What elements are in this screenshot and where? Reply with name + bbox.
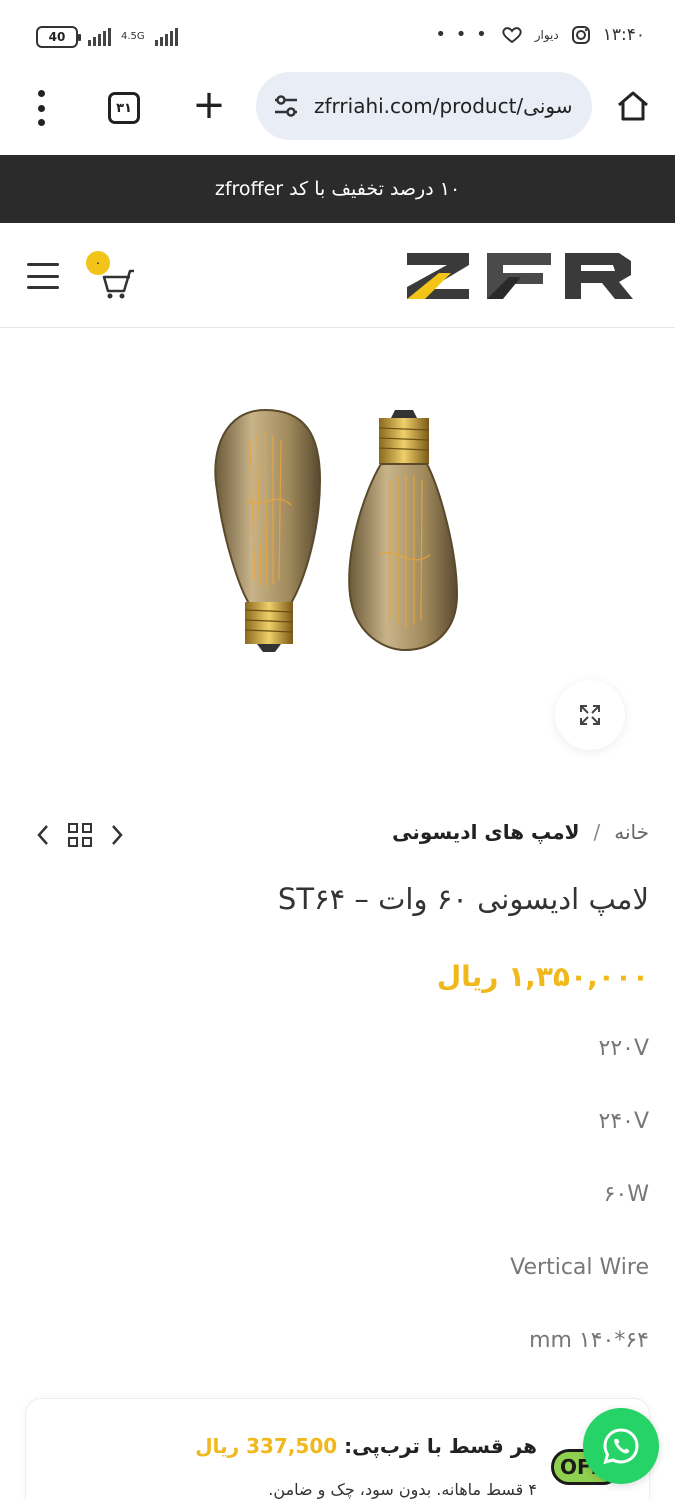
product-image[interactable] bbox=[195, 380, 485, 680]
hamburger-menu-icon[interactable] bbox=[27, 263, 59, 289]
spec-filament: Vertical Wire bbox=[510, 1255, 649, 1280]
breadcrumb-home[interactable]: خانه bbox=[614, 820, 649, 844]
grid-icon[interactable] bbox=[68, 823, 92, 847]
browser-menu-button[interactable] bbox=[34, 90, 48, 126]
instagram-icon bbox=[571, 25, 590, 44]
whatsapp-icon bbox=[603, 1428, 639, 1465]
status-right: ۱۳:۴۰ دیوار • • • bbox=[435, 24, 645, 45]
promo-banner: ۱۰ درصد تخفیف با کد zfroffer bbox=[0, 155, 675, 223]
zfr-logo[interactable] bbox=[405, 251, 635, 301]
installment-line: هر قسط با ترب‌پی: 337,500 ریال bbox=[195, 1434, 537, 1458]
breadcrumb-separator: / bbox=[593, 820, 601, 844]
breadcrumb-category[interactable]: لامپ های ادیسونی bbox=[392, 820, 579, 844]
installment-subtext: ۴ قسط ماهانه. بدون سود، چک و ضامن. bbox=[268, 1480, 537, 1499]
product-nav bbox=[34, 822, 126, 848]
spec-voltage-2: ۲۴۰V bbox=[598, 1109, 650, 1134]
browser-toolbar: zfrriahi.com/product/سونی + ۳۱ bbox=[0, 72, 675, 142]
new-tab-button[interactable]: + bbox=[192, 85, 226, 126]
expand-icon bbox=[580, 705, 600, 725]
heart-icon bbox=[502, 26, 522, 43]
installment-amount: 337,500 ریال bbox=[195, 1434, 338, 1458]
whatsapp-button[interactable] bbox=[583, 1408, 659, 1484]
breadcrumb: خانه / لامپ های ادیسونی bbox=[392, 820, 649, 844]
clock: ۱۳:۴۰ bbox=[602, 24, 645, 45]
promo-text: ۱۰ درصد تخفیف با کد zfroffer bbox=[214, 178, 461, 200]
chevron-right-icon[interactable] bbox=[108, 822, 126, 848]
cart-count-badge: ۰ bbox=[86, 251, 110, 275]
app-label: دیوار bbox=[534, 27, 559, 42]
url-text: zfrriahi.com/product/سونی bbox=[314, 94, 573, 118]
home-icon[interactable] bbox=[613, 86, 653, 126]
site-header: ۰ bbox=[0, 223, 675, 328]
signal-icon-2 bbox=[154, 28, 178, 46]
cart-button[interactable]: ۰ bbox=[86, 251, 140, 301]
network-type: 4.5G bbox=[121, 31, 145, 42]
address-bar[interactable]: zfrriahi.com/product/سونی bbox=[256, 72, 592, 140]
product-title: لامپ ادیسونی ۶۰ وات – ST۶۴ bbox=[277, 882, 649, 916]
bulb-left bbox=[214, 408, 322, 652]
zoom-button[interactable] bbox=[555, 680, 625, 750]
status-left: 40 4.5G bbox=[36, 26, 178, 48]
product-price: ۱,۳۵۰,۰۰۰ ریال bbox=[436, 960, 649, 993]
spec-dimensions: mm ۱۴۰*۶۴ bbox=[529, 1328, 649, 1353]
more-icon: • • • bbox=[435, 24, 489, 45]
signal-icon bbox=[88, 28, 111, 46]
battery-icon: 40 bbox=[36, 26, 81, 48]
status-bar: 40 4.5G ۱۳:۴۰ دیوار • • • bbox=[0, 0, 675, 76]
spec-wattage: ۶۰W bbox=[603, 1182, 649, 1207]
site-settings-icon[interactable] bbox=[272, 92, 300, 120]
bulb-right bbox=[348, 410, 459, 652]
chevron-left-icon[interactable] bbox=[34, 822, 52, 848]
spec-voltage-1: ۲۲۰V bbox=[598, 1036, 650, 1061]
tab-switcher-button[interactable]: ۳۱ bbox=[108, 92, 140, 124]
installment-label: هر قسط با ترب‌پی: bbox=[344, 1434, 537, 1458]
battery-level: 40 bbox=[48, 30, 66, 44]
